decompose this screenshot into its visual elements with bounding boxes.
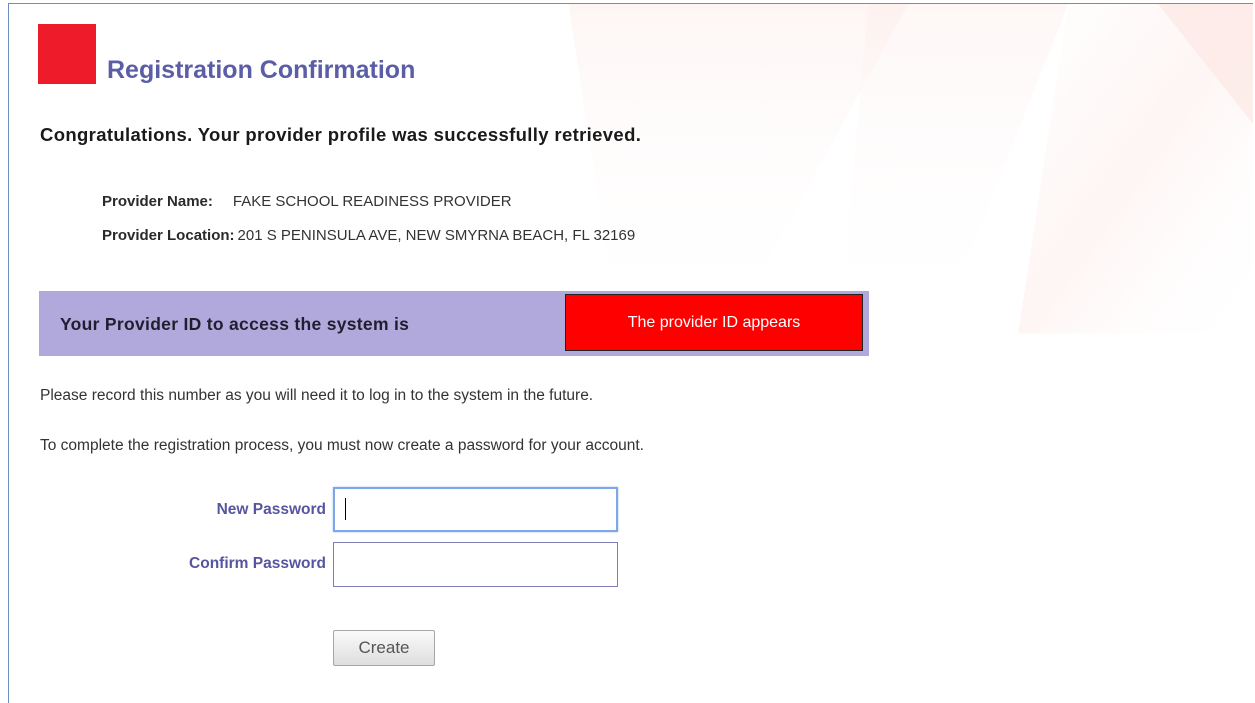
new-password-label: New Password (216, 501, 326, 518)
create-button[interactable]: Create (333, 630, 435, 666)
provider-id-value: The provider ID appears (565, 294, 863, 351)
brand-logo-block (38, 24, 96, 84)
page-frame: Registration Confirmation Congratulation… (8, 3, 1253, 703)
new-password-input[interactable] (333, 487, 618, 532)
create-password-note: To complete the registration process, yo… (40, 437, 644, 454)
text-cursor (345, 498, 346, 520)
provider-location-row: Provider Location: 201 S PENINSULA AVE, N… (102, 227, 635, 244)
success-message: Congratulations. Your provider profile w… (40, 124, 642, 145)
page-title: Registration Confirmation (107, 56, 416, 84)
provider-location-label: Provider Location: (102, 227, 235, 244)
provider-id-label: Your Provider ID to access the system is (60, 314, 410, 334)
confirm-password-label: Confirm Password (189, 555, 326, 572)
provider-id-band: Your Provider ID to access the system is… (39, 291, 869, 356)
provider-name-label: Provider Name: (102, 193, 213, 210)
provider-name-value: FAKE SCHOOL READINESS PROVIDER (232, 193, 512, 210)
provider-location-value: 201 S PENINSULA AVE, NEW SMYRNA BEACH, F… (237, 227, 636, 244)
confirm-password-input[interactable] (333, 542, 618, 587)
provider-name-row: Provider Name: FAKE SCHOOL READINESS PROV… (102, 193, 512, 210)
record-number-note: Please record this number as you will ne… (40, 387, 594, 404)
